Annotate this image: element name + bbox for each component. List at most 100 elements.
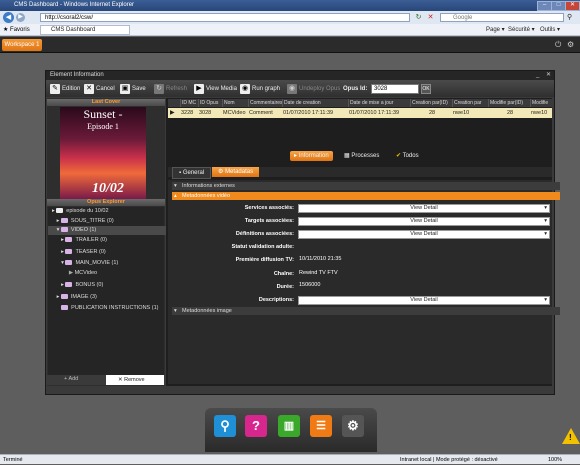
last-cover-header: Last Cover (47, 99, 165, 106)
forward-arrow-icon[interactable]: ▶ (16, 13, 25, 22)
dropdown-arrow-icon: ▾ (544, 231, 547, 237)
tree-item[interactable]: ▸ BONUS (0) (52, 281, 162, 290)
remove-button[interactable]: ✕ Remove (106, 375, 164, 385)
descriptions-select[interactable]: View Detail ▾ (298, 296, 550, 305)
browser-title: CMS Dashboard - Windows Internet Explore… (14, 2, 135, 8)
view-media-button[interactable]: ▶ View Media (194, 84, 237, 94)
tree-item[interactable]: ▸ episode du 10/02 (52, 207, 162, 216)
table-cell: nwe10 (453, 110, 470, 116)
maximize-button[interactable]: □ (551, 1, 566, 11)
browser-tab[interactable]: CMS Dashboard (40, 25, 130, 35)
tab-information[interactable]: ▸ Information (290, 151, 333, 161)
tree-item[interactable]: PUBLICATION INSTRUCTIONS (1) (52, 304, 162, 313)
tab-todos[interactable]: ✔ Todos (392, 151, 423, 161)
refresh-icon: ↻ (154, 84, 164, 94)
settings-icon[interactable]: ⚙ (567, 40, 574, 49)
column-header[interactable]: ID MC (180, 99, 200, 107)
cover-subtitle: Episode 1 (87, 122, 119, 131)
list-icon[interactable]: ☰ (310, 415, 332, 437)
opus-id-input[interactable]: 3028 (371, 84, 419, 94)
section-external-info[interactable]: ▾ Informations externes (172, 182, 560, 190)
chart-icon[interactable]: ▥ (278, 415, 300, 437)
descriptions-label: Descriptions: (258, 297, 294, 303)
search-icon[interactable]: ⚲ (214, 415, 236, 437)
run-graph-button[interactable]: ◉ Run graph (240, 84, 280, 94)
warning-mark: ! (569, 433, 572, 442)
section-image-metadata[interactable]: ▾ Metadonnées image (172, 307, 560, 315)
table-cell: 3028 (199, 110, 212, 116)
ok-button[interactable]: OK (421, 84, 431, 94)
edition-button[interactable]: ✎ Edition (50, 84, 80, 94)
cover-number: 10/02 (92, 181, 124, 196)
favorites-button[interactable]: ★ Favoris (3, 26, 30, 33)
window-minimize-icon[interactable]: _ (536, 71, 539, 80)
table-cell: 28 (506, 110, 514, 116)
column-header[interactable]: ID Opus (198, 99, 224, 107)
help-icon[interactable]: ? (245, 415, 267, 437)
opus-id-label: Opus Id: (343, 86, 368, 92)
graph-icon: ◉ (240, 84, 250, 94)
refresh-button[interactable]: ↻ Refresh (154, 84, 187, 94)
table-cell: 3228 (181, 110, 194, 116)
duration-value: 1506000 (299, 282, 321, 288)
tree-item[interactable]: ▸ IMAGE (3) (52, 293, 162, 302)
url-input[interactable]: http://csoral2/csw/ (40, 13, 410, 22)
pen-icon: ✎ (50, 84, 60, 94)
services-select[interactable]: View Detail ▾ (298, 204, 550, 213)
power-icon[interactable]: ⏻ (555, 40, 561, 50)
tree-item-selected[interactable]: ▾ VIDEO (1) (48, 226, 168, 235)
column-header[interactable]: Commentaires (248, 99, 284, 107)
dropdown-arrow-icon: ▾ (544, 297, 547, 303)
save-icon: ▣ (120, 84, 130, 94)
tree-item[interactable]: ▸ TEASER (0) (52, 248, 162, 257)
channel-label: Chaîne: (273, 271, 294, 277)
page-menu[interactable]: Page ▾ (486, 26, 505, 33)
refresh-icon[interactable]: ↻ (414, 13, 423, 22)
definitions-select[interactable]: View Detail ▾ (298, 230, 550, 239)
targets-label: Targets associées: (244, 218, 294, 224)
tree-item[interactable]: ▸ SOUS_TITRE (0) (52, 217, 162, 226)
column-header[interactable]: Date de mise a jour (348, 99, 412, 107)
subtab-metadatas[interactable]: ⚙ Metadatas (212, 167, 260, 177)
subtab-general[interactable]: ▪ General (172, 167, 212, 179)
window-title: Element Information (46, 71, 554, 80)
column-header[interactable]: Creation par (452, 99, 490, 107)
cancel-button[interactable]: ✕ Cancel (84, 84, 115, 94)
back-arrow-icon[interactable]: ◀ (3, 12, 14, 23)
info-icon: ▸ (294, 153, 298, 159)
search-icon[interactable]: ⚲ (567, 13, 576, 22)
targets-select[interactable]: View Detail ▾ (298, 217, 550, 226)
security-menu[interactable]: Sécurité ▾ (508, 26, 535, 33)
dropdown-arrow-icon: ▾ (544, 218, 547, 224)
column-header[interactable]: Creation par(ID) (410, 99, 454, 107)
save-button[interactable]: ▣ Save (120, 84, 146, 94)
browser-status-bar: Terminé Intranet local | Mode protégé : … (0, 454, 580, 464)
tools-menu[interactable]: Outils ▾ (540, 26, 560, 33)
tab-processes[interactable]: ▦ Processes (340, 151, 383, 161)
minimize-button[interactable]: – (537, 1, 552, 11)
workspace-tab[interactable]: Workspace 1 (2, 39, 42, 51)
workspace-bar (0, 37, 580, 53)
undeploy-opus-button[interactable]: ◉ Undeploy Opus (287, 84, 340, 94)
settings-gear-icon[interactable]: ⚙ (342, 415, 364, 437)
dropdown-arrow-icon: ▾ (544, 205, 547, 211)
window-close-icon[interactable]: ✕ (546, 71, 551, 80)
check-icon: ✔ (396, 153, 402, 159)
close-button[interactable]: ✕ (565, 1, 580, 11)
column-header[interactable]: Modifie par(ID) (488, 99, 532, 107)
tree-item[interactable]: ▶ MCVideo (52, 269, 162, 278)
section-video-metadata[interactable]: ▴ Metadonnées vidéo (172, 192, 560, 200)
column-header[interactable]: Nom (222, 99, 250, 107)
table-cell: 01/07/2010 17:11:39 (283, 110, 334, 116)
search-input[interactable]: Google (440, 13, 564, 22)
stop-icon[interactable]: ✕ (426, 13, 435, 22)
tree-item[interactable]: ▸ TRAILER (0) (52, 236, 162, 245)
column-header[interactable]: Modifie (530, 99, 554, 107)
first-broadcast-value: 10/11/2010 21:35 (299, 256, 342, 262)
chevron-down-icon: ▾ (174, 308, 177, 314)
add-button[interactable]: + Add (64, 376, 78, 382)
tree-item[interactable]: ▾ MAIN_MOVIE (1) (52, 259, 162, 268)
chevron-down-icon: ▾ (174, 183, 177, 189)
processes-icon: ▦ (344, 153, 350, 159)
column-header[interactable]: Date de creation (282, 99, 350, 107)
